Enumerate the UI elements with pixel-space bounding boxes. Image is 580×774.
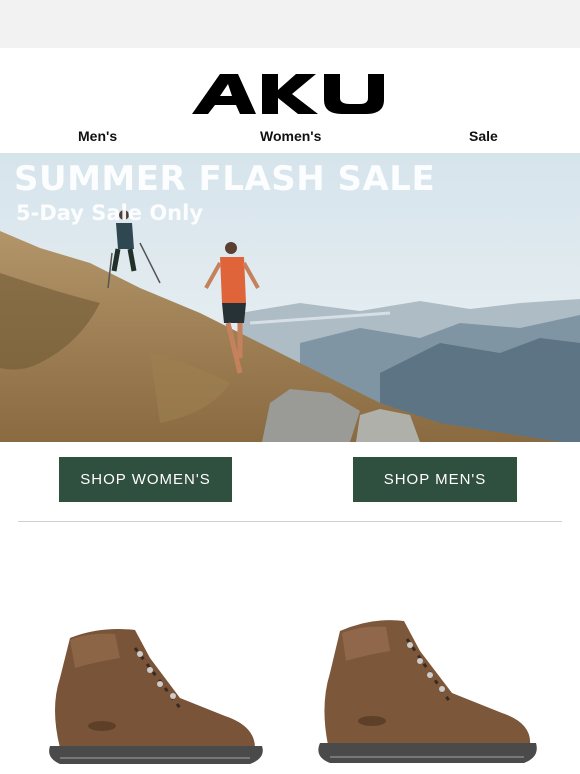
main-nav: Men's Women's Sale <box>0 128 580 150</box>
section-divider <box>18 521 562 522</box>
hero-banner[interactable]: SUMMER FLASH SALE 5-Day Sale Only <box>0 153 580 442</box>
hero-subtitle: 5-Day Sale Only <box>16 201 204 225</box>
nav-sale[interactable]: Sale <box>469 128 498 144</box>
hiking-boot-icon[interactable] <box>40 618 270 768</box>
email-body: Men's Women's Sale SUMMER FLASH SALE 5-D… <box>0 48 580 774</box>
product-row <box>0 588 580 774</box>
hero-title: SUMMER FLASH SALE <box>14 159 436 199</box>
shop-womens-button[interactable]: SHOP WOMEN'S <box>59 457 232 502</box>
nav-womens[interactable]: Women's <box>260 128 321 144</box>
top-bar <box>0 0 580 48</box>
hiking-boot-icon[interactable] <box>312 613 542 768</box>
aku-logo <box>192 74 384 114</box>
nav-mens[interactable]: Men's <box>78 128 117 144</box>
shop-mens-button[interactable]: SHOP MEN'S <box>353 457 517 502</box>
brand-logo[interactable] <box>0 68 580 120</box>
